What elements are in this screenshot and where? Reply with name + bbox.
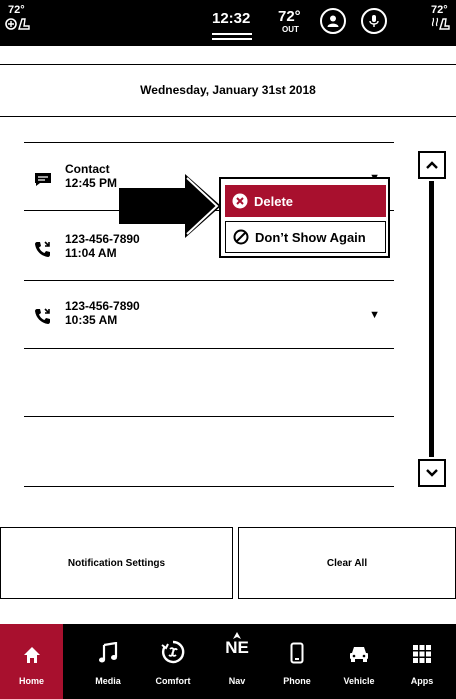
- seat-heat-icon[interactable]: [430, 17, 450, 34]
- apps-grid-icon: [413, 645, 431, 663]
- list-divider: [24, 142, 394, 143]
- clear-all-button[interactable]: Clear All: [238, 527, 456, 599]
- notification-title: 123-456-7890: [65, 299, 140, 313]
- clock: 12:32: [212, 10, 251, 27]
- passenger-temperature[interactable]: 72°: [431, 4, 448, 16]
- chevron-up-icon: [426, 161, 438, 169]
- climate-icon: [161, 640, 185, 664]
- list-divider: [24, 280, 394, 281]
- divider: [0, 64, 456, 65]
- nav-label: Apps: [410, 676, 434, 686]
- user-profile-button[interactable]: [320, 8, 346, 34]
- music-note-icon: [99, 642, 118, 663]
- scroll-up-button[interactable]: [418, 151, 446, 179]
- divider: [212, 33, 252, 35]
- divider: [212, 38, 252, 40]
- divider: [0, 116, 456, 117]
- notification-time: 10:35 AM: [65, 313, 118, 327]
- delete-x-icon: [232, 193, 248, 209]
- nav-home[interactable]: Home: [0, 624, 63, 699]
- message-icon: [35, 173, 51, 186]
- nav-comfort[interactable]: Comfort: [143, 624, 203, 699]
- car-icon: [350, 647, 368, 662]
- dont-show-again-label: Don’t Show Again: [255, 229, 366, 245]
- notification-time: 11:04 AM: [65, 246, 117, 260]
- status-bar: 72° 12:32 72° OUT 72°: [0, 0, 456, 46]
- notification-item[interactable]: 123-456-7890 10:35 AM ▼: [24, 295, 394, 345]
- nav-apps[interactable]: Apps: [392, 624, 452, 699]
- nav-label: Nav: [228, 676, 246, 686]
- notification-time: 12:45 PM: [65, 176, 118, 190]
- missed-call-icon: [35, 241, 50, 257]
- notification-settings-button[interactable]: Notification Settings: [0, 527, 233, 599]
- microphone-icon: [369, 15, 379, 27]
- block-icon: [233, 229, 249, 245]
- nav-label: Media: [95, 676, 121, 686]
- user-icon: [327, 15, 339, 27]
- nav-label: Vehicle: [343, 676, 375, 686]
- nav-nav[interactable]: NE Nav: [207, 624, 267, 699]
- nav-label: Phone: [283, 676, 311, 686]
- outside-temperature: 72°: [278, 8, 301, 25]
- home-icon: [23, 647, 40, 663]
- outside-label: OUT: [282, 25, 299, 34]
- list-divider: [24, 486, 394, 487]
- delete-button[interactable]: Delete: [225, 185, 386, 217]
- scroll-down-button[interactable]: [418, 459, 446, 487]
- driver-temperature[interactable]: 72°: [8, 4, 25, 16]
- chevron-down-icon: [426, 469, 438, 477]
- nav-label: Home: [18, 676, 44, 686]
- list-divider: [24, 348, 394, 349]
- phone-icon: [290, 642, 304, 664]
- clear-all-label: Clear All: [326, 557, 368, 569]
- date-header: Wednesday, January 31st 2018: [140, 83, 316, 97]
- missed-call-icon: [35, 308, 50, 324]
- scrollbar[interactable]: [429, 181, 434, 457]
- dont-show-again-button[interactable]: Don’t Show Again: [225, 221, 386, 253]
- nav-phone[interactable]: Phone: [267, 624, 327, 699]
- notification-settings-label: Notification Settings: [67, 557, 166, 569]
- expand-caret-icon[interactable]: ▼: [369, 309, 380, 321]
- notification-title: Contact: [65, 162, 110, 176]
- bottom-nav-bar: Home Media Comfort NE Nav Phone Vehicle …: [0, 624, 456, 699]
- delete-label: Delete: [254, 193, 294, 209]
- list-divider: [24, 416, 394, 417]
- nav-label: Comfort: [155, 676, 191, 686]
- notification-context-menu: Delete Don’t Show Again: [219, 177, 390, 258]
- seat-heat-icon[interactable]: [5, 17, 31, 34]
- annotation-arrow-icon: [119, 174, 221, 238]
- nav-media[interactable]: Media: [78, 624, 138, 699]
- nav-vehicle[interactable]: Vehicle: [329, 624, 389, 699]
- voice-command-button[interactable]: [361, 8, 387, 34]
